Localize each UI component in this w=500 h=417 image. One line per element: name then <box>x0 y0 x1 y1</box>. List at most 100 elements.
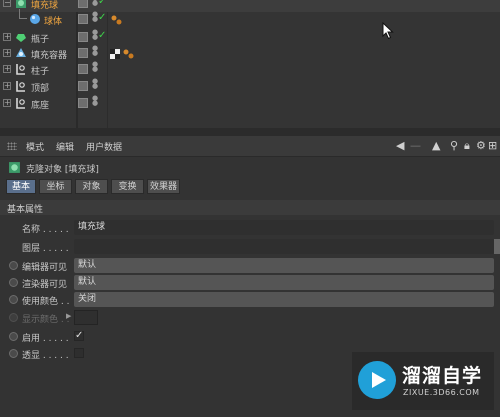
layer-visibility-icon[interactable] <box>78 64 88 74</box>
up-arrow-icon[interactable]: ▲ <box>432 139 440 152</box>
property-enabled: 启用 . . . . . ✓ <box>0 328 500 346</box>
panel-divider[interactable] <box>0 128 500 136</box>
expand-arrow-icon[interactable]: ▶ <box>66 312 71 320</box>
property-label: 启用 . . . . . <box>22 334 69 344</box>
null-object-icon <box>15 80 27 92</box>
tags-icon[interactable] <box>110 48 140 60</box>
object-row-bottle[interactable]: + 瓶子 ● ● ✓ <box>0 29 500 46</box>
object-name[interactable]: 瓶子 <box>31 32 49 45</box>
null-object-icon <box>15 97 27 109</box>
history-line-icon: — <box>410 139 421 152</box>
cloner-icon <box>15 0 27 9</box>
display-color-swatch[interactable] <box>74 310 98 325</box>
object-row-base[interactable]: + 底座 ● ● <box>0 95 500 112</box>
lock-icon[interactable]: 🔒︎ <box>464 139 470 153</box>
animation-radio[interactable] <box>9 295 18 304</box>
tab-transform[interactable]: 变换 <box>111 179 144 194</box>
property-render-visible: 渲染器可见 默认 <box>0 274 500 292</box>
layer-picker-button[interactable] <box>494 239 500 254</box>
watermark-url: ZIXUE.3D66.COM <box>403 388 480 397</box>
expand-toggle-icon[interactable]: + <box>3 99 11 107</box>
watermark-title: 溜溜自学 <box>402 365 483 387</box>
tab-basic[interactable]: 基本 <box>6 179 36 194</box>
object-name[interactable]: 底座 <box>31 98 49 111</box>
new-panel-icon[interactable]: ⊞ <box>488 139 497 152</box>
object-name[interactable]: 球体 <box>44 14 62 27</box>
editor-visible-dropdown[interactable]: 默认 <box>74 258 494 273</box>
enabled-check-icon[interactable]: ✓ <box>98 12 106 23</box>
collapse-toggle-icon[interactable]: − <box>3 0 11 7</box>
enabled-check-icon[interactable]: ✓ <box>98 30 106 41</box>
object-title: 克隆对象 [填充球] <box>26 165 99 175</box>
attribute-menu-bar: 模式 编辑 用户数据 ◀ — ▲ ⚲ 🔒︎ ⚙ ⊞ <box>0 136 500 157</box>
tab-effectors[interactable]: 效果器 <box>147 179 180 194</box>
name-field[interactable]: 填充球 <box>74 220 494 235</box>
menu-edit[interactable]: 编辑 <box>56 140 74 153</box>
property-label: 编辑器可见 <box>22 263 68 273</box>
expand-toggle-icon[interactable]: + <box>3 82 11 90</box>
property-label: 使用颜色 . . <box>22 297 70 307</box>
layer-field[interactable] <box>74 239 494 254</box>
tab-object[interactable]: 对象 <box>75 179 108 194</box>
settings-icon[interactable]: ⚙ <box>476 139 486 152</box>
expand-toggle-icon[interactable]: + <box>3 33 11 41</box>
tab-coordinates[interactable]: 坐标 <box>39 179 72 194</box>
object-row-cloner[interactable]: − 填充球 ●● ✓ <box>0 0 500 12</box>
visibility-dots-icon[interactable]: ●● <box>92 61 98 73</box>
menu-mode[interactable]: 模式 <box>26 140 44 153</box>
property-use-color: 使用颜色 . . 关闭 <box>0 291 500 309</box>
object-row-top[interactable]: + 顶部 ● ● <box>0 78 500 95</box>
object-row-pillar[interactable]: + 柱子 ● ● <box>0 61 500 78</box>
object-manager: − 填充球 ●● ✓ 球体 ●● ✓ + 瓶子 ●● ✓ + <box>0 0 500 128</box>
animation-radio[interactable] <box>9 313 18 322</box>
panel-grip-icon[interactable] <box>7 142 17 150</box>
null-object-icon <box>15 63 27 75</box>
object-row-container[interactable]: + 填充容器 ● ● <box>0 45 500 62</box>
back-arrow-icon[interactable]: ◀ <box>396 139 404 152</box>
watermark-logo-icon <box>358 361 396 399</box>
property-layer: 图层 . . . . . <box>0 238 500 256</box>
enabled-checkbox[interactable]: ✓ <box>74 331 84 341</box>
layer-visibility-icon[interactable] <box>78 32 88 42</box>
layer-visibility-icon[interactable] <box>78 81 88 91</box>
object-name[interactable]: 柱子 <box>31 64 49 77</box>
watermark: 溜溜自学 ZIXUE.3D66.COM <box>352 352 494 410</box>
layer-visibility-icon[interactable] <box>78 0 88 8</box>
property-label: 显示颜色 . . <box>22 315 70 325</box>
bottle-icon <box>15 31 27 43</box>
menu-user-data[interactable]: 用户数据 <box>86 140 122 153</box>
enabled-check-icon[interactable]: ✓ <box>98 0 106 7</box>
visibility-dots-icon[interactable]: ●● <box>92 45 98 57</box>
visibility-dots-icon[interactable]: ●● <box>92 78 98 90</box>
expand-toggle-icon[interactable]: + <box>3 49 11 57</box>
property-label: 图层 . . . . . <box>22 244 69 254</box>
container-icon <box>15 47 27 59</box>
use-color-dropdown[interactable]: 关闭 <box>74 292 494 307</box>
material-tag-icon[interactable] <box>110 14 140 26</box>
animation-radio[interactable] <box>9 261 18 270</box>
expand-toggle-icon[interactable]: + <box>3 65 11 73</box>
xray-checkbox[interactable] <box>74 348 84 358</box>
mouse-cursor-icon <box>382 22 394 40</box>
object-name[interactable]: 填充容器 <box>31 48 67 61</box>
visibility-dots-icon[interactable]: ●● <box>92 95 98 107</box>
search-icon[interactable]: ⚲ <box>450 139 458 152</box>
section-header[interactable]: 基本属性 <box>0 200 500 215</box>
property-display-color: 显示颜色 . . ▶ <box>0 309 500 327</box>
animation-radio[interactable] <box>9 349 18 358</box>
object-name[interactable]: 填充球 <box>31 0 58 11</box>
layer-visibility-icon[interactable] <box>78 98 88 108</box>
layer-visibility-icon[interactable] <box>78 48 88 58</box>
object-title-bar: 克隆对象 [填充球] <box>0 157 500 177</box>
sphere-icon <box>29 13 41 25</box>
property-editor-visible: 编辑器可见 默认 <box>0 257 500 275</box>
property-label: 名称 . . . . . <box>22 225 69 235</box>
object-row-sphere[interactable]: 球体 ● ● ✓ <box>0 11 500 28</box>
object-name[interactable]: 顶部 <box>31 81 49 94</box>
attribute-toolbar: ◀ — ▲ ⚲ 🔒︎ ⚙ ⊞ <box>396 136 500 156</box>
animation-radio[interactable] <box>9 278 18 287</box>
layer-visibility-icon[interactable] <box>78 14 88 24</box>
cloner-icon <box>8 161 21 177</box>
animation-radio[interactable] <box>9 332 18 341</box>
render-visible-dropdown[interactable]: 默认 <box>74 275 494 290</box>
